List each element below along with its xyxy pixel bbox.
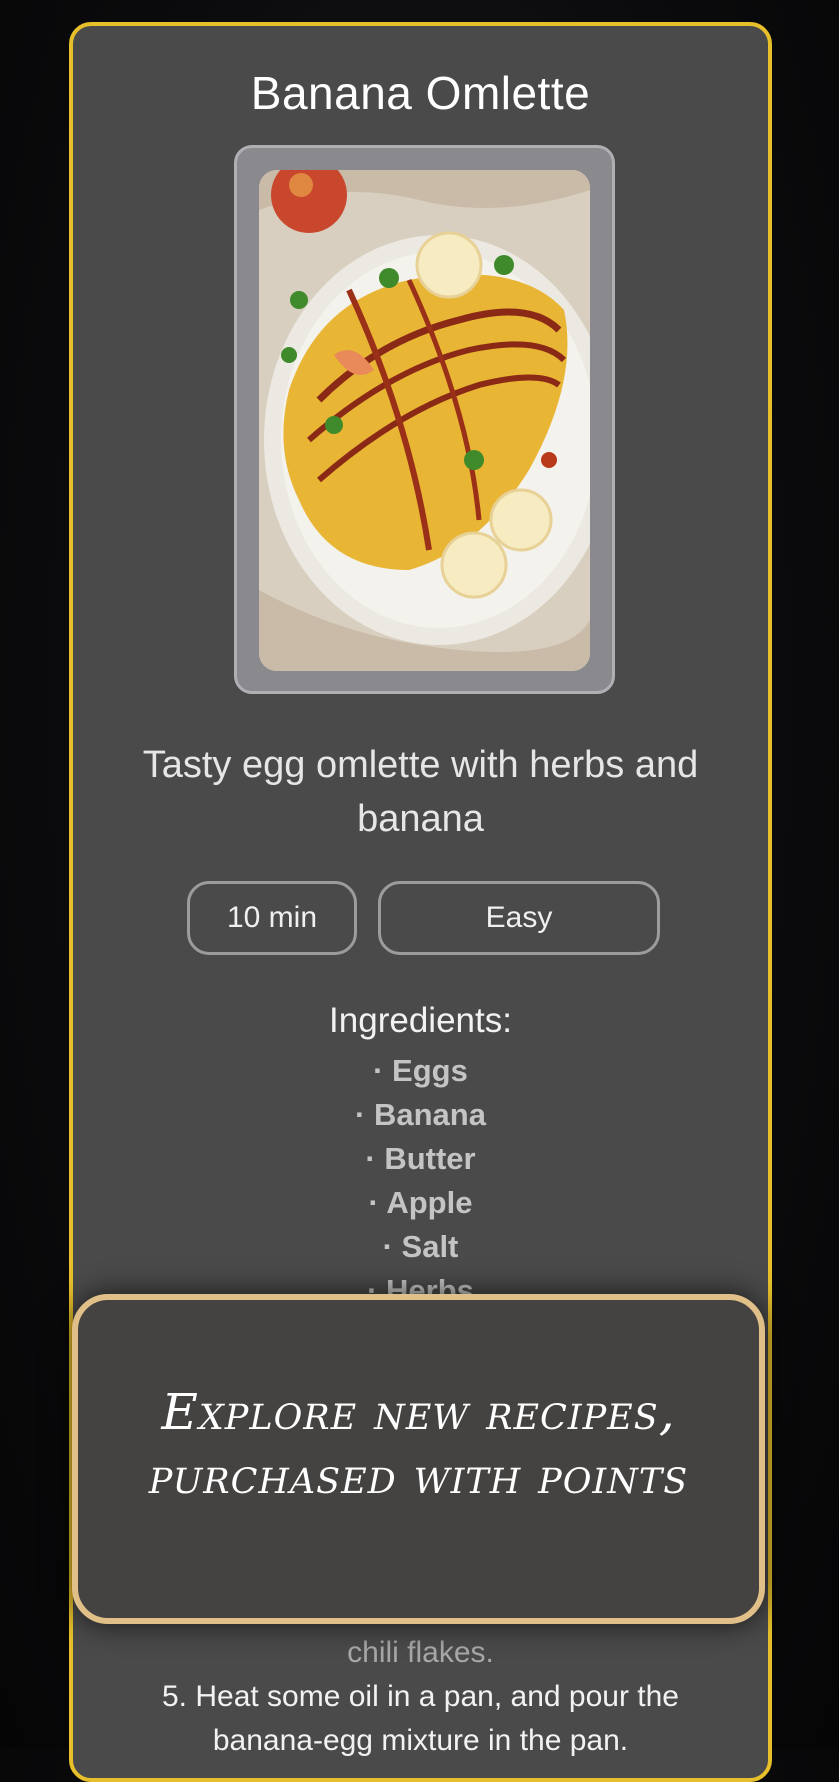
recipe-photo (259, 170, 590, 671)
list-item: · Apple (368, 1185, 473, 1220)
list-item: · Salt (382, 1229, 459, 1264)
list-item: · Eggs (373, 1053, 468, 1088)
time-label: 10 min (226, 901, 318, 934)
ingredients-list: · Eggs · Banana · Butter · Apple · Salt … (73, 1049, 768, 1313)
list-item: · Banana (355, 1097, 486, 1132)
ingredients-heading: Ingredients: (329, 1001, 512, 1040)
promo-text: Explore new recipes, purchased with poin… (78, 1380, 759, 1508)
list-item: · Butter (365, 1141, 476, 1176)
step-text: 5. Heat some oil in a pan, and pour the … (161, 1680, 679, 1757)
promo-line-1: Explore new recipes, (161, 1383, 676, 1441)
step-text: chili flakes. (347, 1636, 494, 1669)
recipe-description: Tasty egg omlette with herbs and banana (142, 744, 699, 840)
recipe-steps: chili flakes. 5. Heat some oil in a pan,… (103, 1631, 738, 1763)
difficulty-label: Easy (485, 901, 553, 934)
recipe-photo-frame (234, 145, 615, 694)
promo-overlay: Explore new recipes, purchased with poin… (72, 1294, 765, 1624)
recipe-title: Banana Omlette (250, 67, 591, 119)
difficulty-badge: Easy (378, 881, 660, 955)
promo-line-2: purchased with points (148, 1447, 689, 1505)
time-badge: 10 min (187, 881, 357, 955)
